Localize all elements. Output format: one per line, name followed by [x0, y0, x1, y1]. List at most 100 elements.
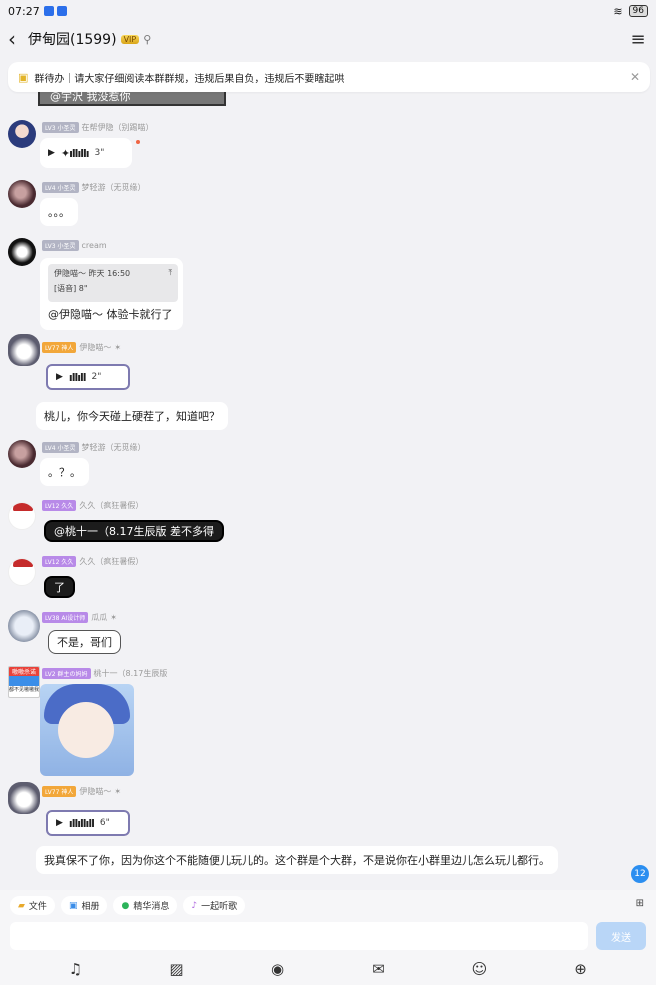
avatar[interactable]: [8, 440, 36, 468]
sender-meta: LV77 神人 伊隐喵～ ✶: [42, 786, 121, 797]
pet-icon: ✶: [114, 787, 122, 796]
sender-meta: LV77 神人 伊隐喵～ ✶: [42, 342, 121, 353]
play-icon[interactable]: ▶: [56, 372, 63, 382]
voice-duration: 3": [94, 148, 105, 158]
todo-icon: ▣: [18, 70, 29, 84]
battery-indicator: 96: [628, 5, 648, 17]
plus-icon[interactable]: ⊕: [566, 960, 596, 978]
send-button[interactable]: 发送: [596, 922, 646, 950]
folder-icon: ▰: [18, 900, 25, 911]
message-input[interactable]: [10, 922, 588, 950]
sender-name[interactable]: 桃十一（8.17生辰版: [94, 668, 168, 679]
sender-name[interactable]: 梦轻游（无觅缘）: [82, 442, 146, 453]
text-message[interactable]: 了: [44, 576, 75, 598]
sender-meta: LV4 小圣灵 梦轻游（无觅缘）: [42, 182, 146, 193]
app-notification-icon: [43, 6, 54, 16]
quoted-message[interactable]: 伊隐喵～ 昨天 16:50 ⤒ [语音] 8": [48, 264, 178, 302]
sender-name[interactable]: 在帮伊隐（别踢喵）: [82, 122, 154, 133]
sender-name[interactable]: 瓜瓜: [91, 612, 107, 623]
text-message[interactable]: @桃十一（8.17生辰版 差不多得: [44, 520, 224, 542]
album-icon: ▣: [68, 900, 78, 911]
quote-source: 伊隐喵～ 昨天 16:50: [54, 269, 131, 278]
voice-message[interactable]: ▶ ✦ıllıllı 3": [40, 138, 132, 168]
avatar[interactable]: [8, 558, 36, 586]
sender-name[interactable]: 伊隐喵～: [79, 786, 111, 797]
sender-name[interactable]: cream: [82, 241, 107, 250]
pet-icon: ✶: [110, 613, 117, 622]
input-toolbar: ♫ ▨ ◉ ✉ ☺ ⊕: [0, 956, 656, 982]
quick-action-listen-together[interactable]: ♪ 一起听歌: [183, 896, 246, 915]
notice-text: 群待办｜请大家仔细阅读本群群规，违规后果自负，违规后不要瞎起哄: [34, 73, 345, 85]
close-icon[interactable]: ✕: [630, 70, 640, 84]
level-badge: LV38 AI设计师: [42, 612, 89, 623]
sender-meta: LV12 久久 久久（疯狂暑假）: [42, 556, 143, 567]
mic-icon[interactable]: ♫: [61, 960, 91, 978]
sender-name[interactable]: 久久（疯狂暑假）: [79, 500, 143, 511]
pin-icon: ⚲: [143, 32, 152, 46]
chat-header: ‹ 伊甸园(1599) VIP ⚲ ≡: [0, 22, 656, 56]
level-badge: LV3 小圣灵: [42, 122, 79, 133]
avatar[interactable]: [8, 120, 36, 148]
play-icon[interactable]: ▶: [56, 818, 63, 828]
avatar[interactable]: [8, 238, 36, 266]
music-icon: ♪: [191, 900, 198, 911]
emoji-icon[interactable]: ☺: [465, 960, 495, 978]
sender-meta: LV4 小圣灵 梦轻游（无觅缘）: [42, 442, 146, 453]
sticker-image[interactable]: [40, 684, 134, 776]
group-badge-icon: VIP: [120, 34, 140, 44]
unread-count-badge[interactable]: 12: [631, 865, 649, 883]
back-icon[interactable]: ‹: [8, 27, 22, 51]
voice-duration: 6": [99, 818, 110, 828]
avatar[interactable]: [8, 334, 40, 366]
chat-area[interactable]: @宇沢 我没惹你 LV3 小圣灵 在帮伊隐（别踢喵） ▶ ✦ıllıllı 3"…: [0, 56, 656, 890]
quote-header: 伊隐喵～ 昨天 16:50 ⤒: [54, 268, 172, 279]
text-message[interactable]: 我真保不了你，因为你这个不能随便儿玩儿的。这个群是个大群，不是说你在小群里边儿怎…: [36, 846, 558, 874]
jump-to-top-icon[interactable]: ⤒: [168, 268, 172, 279]
status-bar: 07:27 ≋ 96: [0, 0, 656, 22]
app-notification-icon: [56, 6, 67, 16]
text-message[interactable]: 。。。: [40, 198, 78, 226]
level-badge: LV2 群主の妈妈: [42, 668, 91, 679]
voice-message[interactable]: ▶ ıllıllıll 6": [46, 810, 130, 836]
group-todo-banner[interactable]: ▣ 群待办｜请大家仔细阅读本群群规，违规后果自负，违规后不要瞎起哄 ✕: [8, 62, 650, 92]
sticker-face: [58, 702, 114, 758]
avatar[interactable]: 嗷嗷杀诺 都不见嗷嗷我: [8, 666, 40, 698]
wifi-icon: ≋: [613, 4, 623, 18]
input-area: ▰ 文件 ▣ 相册 ● 精华消息 ♪ 一起听歌 ⊞ 发送 ♫ ▨ ◉ ✉ ☺ ⊕: [0, 890, 656, 985]
apps-grid-icon[interactable]: ⊞: [636, 898, 644, 909]
play-icon[interactable]: ▶: [48, 148, 55, 158]
menu-icon[interactable]: ≡: [628, 29, 648, 50]
level-badge: LV4 小圣灵: [42, 442, 79, 453]
sender-name[interactable]: 梦轻游（无觅缘）: [82, 182, 146, 193]
sender-meta: LV2 群主の妈妈 桃十一（8.17生辰版: [42, 668, 167, 679]
image-icon[interactable]: ▨: [162, 960, 192, 978]
chip-label: 精华消息: [133, 902, 170, 912]
sender-meta: LV3 小圣灵 在帮伊隐（别踢喵）: [42, 122, 154, 133]
avatar[interactable]: [8, 782, 40, 814]
avatar[interactable]: [8, 610, 40, 642]
avatar-text: 嗷嗷杀诺: [9, 667, 39, 676]
red-packet-icon[interactable]: ✉: [364, 960, 394, 978]
level-badge: LV4 小圣灵: [42, 182, 79, 193]
camera-icon[interactable]: ◉: [263, 960, 293, 978]
quick-action-album[interactable]: ▣ 相册: [60, 896, 108, 915]
avatar[interactable]: [8, 502, 36, 530]
chip-label: 相册: [81, 902, 100, 912]
quick-actions: ▰ 文件 ▣ 相册 ● 精华消息 ♪ 一起听歌: [10, 896, 246, 915]
quick-action-essence[interactable]: ● 精华消息: [113, 896, 178, 915]
sender-name[interactable]: 久久（疯狂暑假）: [79, 556, 143, 567]
sender-meta: LV38 AI设计师 瓜瓜 ✶: [42, 612, 117, 623]
reply-text: @伊隐喵～ 体验卡就行了: [48, 308, 173, 321]
sender-meta: LV3 小圣灵 cream: [42, 240, 107, 251]
avatar[interactable]: [8, 180, 36, 208]
voice-message[interactable]: ▶ ıllıll 2": [46, 364, 130, 390]
level-badge: LV77 神人: [42, 786, 77, 797]
text-message[interactable]: 不是，哥们: [48, 630, 121, 654]
text-message[interactable]: 桃儿，你今天碰上硬茬了，知道吧？: [36, 402, 228, 430]
status-right: ≋ 96: [613, 5, 648, 18]
avatar-picture: [9, 676, 39, 686]
text-message[interactable]: 。？。: [40, 458, 89, 486]
group-title[interactable]: 伊甸园(1599): [28, 29, 117, 49]
sender-name[interactable]: 伊隐喵～: [79, 342, 111, 353]
quick-action-files[interactable]: ▰ 文件: [10, 896, 55, 915]
